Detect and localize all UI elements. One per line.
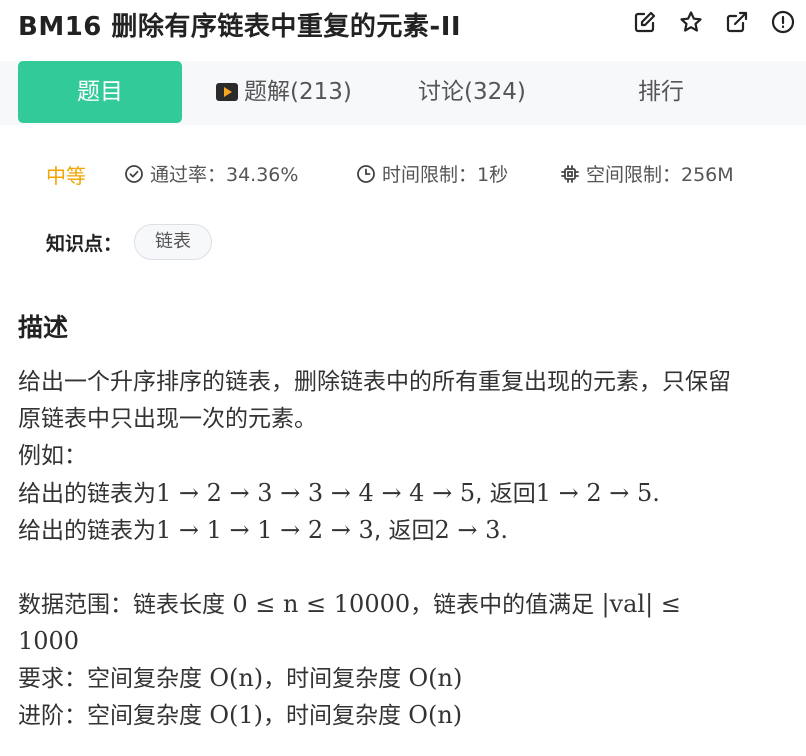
example-label: 例如： xyxy=(18,443,87,469)
adv-mid: ，时间复杂度 xyxy=(262,703,401,729)
example-2-chain: 1 → 1 → 1 → 2 → 3 xyxy=(156,516,374,544)
knowledge-label: 知识点： xyxy=(46,232,123,255)
tab-discussion[interactable]: 讨论(324) xyxy=(418,61,526,123)
time-limit: 时间限制：1秒 xyxy=(356,160,508,187)
problem-meta: 中等 通过率：34.36% 时间限制：1秒 空间限制：256M xyxy=(0,160,806,190)
tab-solutions[interactable]: 题解(213) xyxy=(216,61,352,123)
clock-icon xyxy=(357,164,375,183)
requirement: 要求：空间复杂度 O(n)，时间复杂度 O(n) xyxy=(18,660,803,697)
req-mid: ，时间复杂度 xyxy=(263,666,402,692)
example-1-prefix: 给出的链表为 xyxy=(18,481,156,507)
req-space: O(n) xyxy=(209,664,264,692)
advanced: 进阶：空间复杂度 O(1)，时间复杂度 O(n) xyxy=(18,697,803,734)
range-math-2: |val| ≤ xyxy=(601,590,681,618)
description-title: 描述 xyxy=(18,313,69,342)
page-title: BM16 删除有序链表中重复的元素-II xyxy=(18,12,462,42)
pass-rate: 通过率：34.36% xyxy=(124,160,298,187)
range-math-3: 1000 xyxy=(18,627,80,655)
example-1-return: , 返回 xyxy=(475,481,536,507)
time-limit-text: 时间限制：1秒 xyxy=(382,164,509,186)
header-actions xyxy=(632,9,796,35)
data-range-cont: 1000 xyxy=(18,623,803,660)
example-2-return: , 返回 xyxy=(373,518,435,544)
knowledge-points: 知识点： 链表 xyxy=(46,224,213,260)
share-icon[interactable] xyxy=(724,9,750,35)
report-icon[interactable] xyxy=(770,9,796,35)
check-circle-icon xyxy=(125,164,143,183)
example-2-result: 2 → 3. xyxy=(434,516,508,544)
adv-time: O(n) xyxy=(408,701,463,729)
tab-bar: 题目 题解(213) 讨论(324) 排行 xyxy=(0,61,806,125)
req-time: O(n) xyxy=(408,664,463,692)
req-prefix: 要求：空间复杂度 xyxy=(18,666,202,692)
edit-icon[interactable] xyxy=(632,9,658,35)
pass-rate-text: 通过率：34.36% xyxy=(150,164,299,186)
space-limit: 空间限制：256M xyxy=(560,160,734,187)
description-body: 给出一个升序排序的链表，删除链表中的所有重复出现的元素，只保留 原链表中只出现一… xyxy=(18,364,803,734)
tab-solutions-label: 题解(213) xyxy=(244,79,352,105)
tab-ranking[interactable]: 排行 xyxy=(638,61,684,123)
space-limit-text: 空间限制：256M xyxy=(586,164,734,186)
tab-problem[interactable]: 题目 xyxy=(18,61,182,123)
example-1-result: 1 → 2 → 5. xyxy=(535,479,660,507)
example-2: 给出的链表为1 → 1 → 1 → 2 → 3, 返回2 → 3. xyxy=(18,512,803,549)
example-2-prefix: 给出的链表为 xyxy=(18,518,156,544)
video-icon xyxy=(216,83,238,101)
adv-prefix: 进阶：空间复杂度 xyxy=(18,703,202,729)
star-icon[interactable] xyxy=(678,9,704,35)
adv-space: O(1) xyxy=(209,701,263,729)
header: BM16 删除有序链表中重复的元素-II xyxy=(0,0,806,52)
data-range: 数据范围：链表长度 0 ≤ n ≤ 10000，链表中的值满足 |val| ≤ xyxy=(18,586,803,623)
desc-line-2: 原链表中只出现一次的元素。 xyxy=(18,406,317,432)
example-1-chain: 1 → 2 → 3 → 3 → 4 → 4 → 5 xyxy=(156,479,476,507)
range-prefix: 数据范围：链表长度 xyxy=(18,592,225,618)
chip-icon xyxy=(561,164,579,183)
desc-line-1: 给出一个升序排序的链表，删除链表中的所有重复出现的元素，只保留 xyxy=(18,369,731,395)
example-1: 给出的链表为1 → 2 → 3 → 3 → 4 → 4 → 5, 返回1 → 2… xyxy=(18,475,803,512)
range-math: 0 ≤ n ≤ 10000 xyxy=(232,590,411,618)
range-mid: ，链表中的值满足 xyxy=(410,592,595,618)
difficulty-badge: 中等 xyxy=(46,164,86,188)
tag-linked-list[interactable]: 链表 xyxy=(134,224,213,260)
